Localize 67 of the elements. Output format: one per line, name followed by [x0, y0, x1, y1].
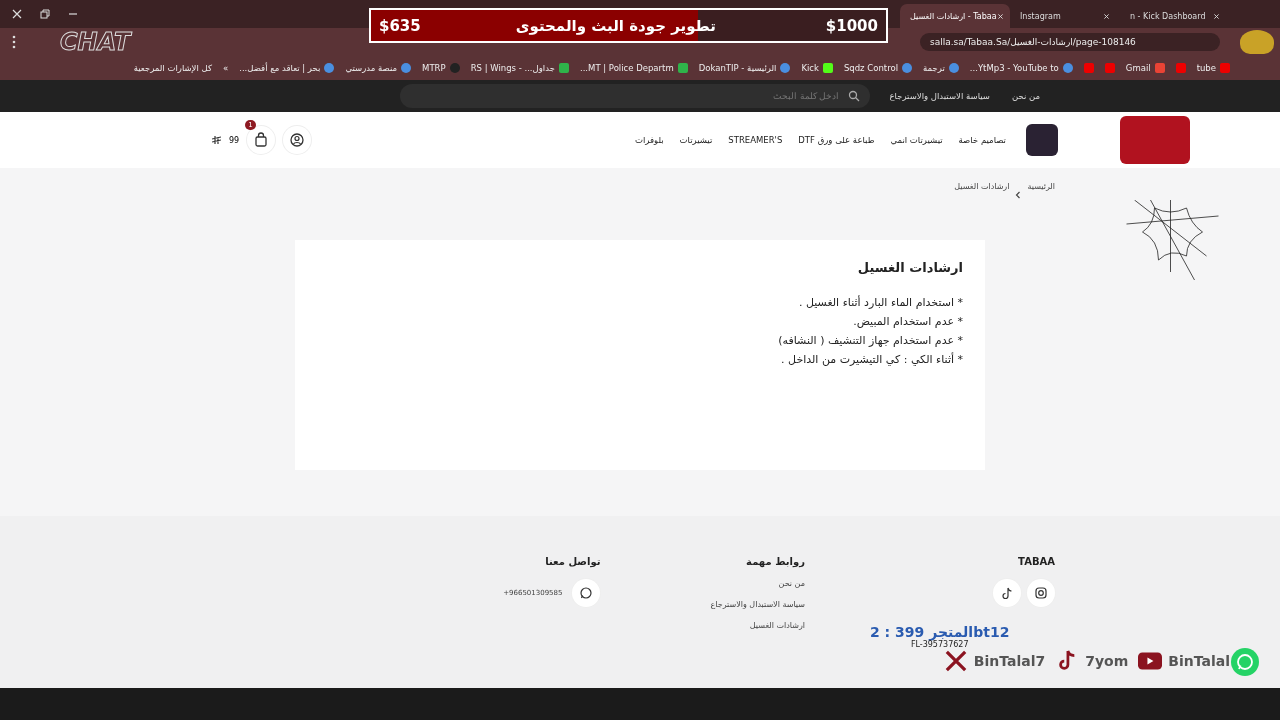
bookmark[interactable]: YtMp3 - YouTube to... — [969, 63, 1073, 73]
close-tab-icon[interactable] — [1213, 12, 1220, 20]
search-icon[interactable] — [847, 90, 860, 102]
nav-link[interactable]: STREAMER'S — [728, 135, 783, 145]
browser-tab[interactable]: Instagram — [1010, 4, 1120, 28]
goal-target-amount: $1000 — [825, 16, 878, 35]
search-field[interactable]: ادخل كلمة البحث — [637, 90, 842, 102]
restore-icon[interactable] — [40, 9, 50, 19]
tiktok-icon[interactable] — [993, 579, 1021, 607]
close-tab-icon[interactable] — [996, 12, 1004, 20]
riyal-icon — [212, 135, 221, 145]
nav-link[interactable]: طباعة على ورق DTF — [798, 135, 875, 145]
footer-heading: تواصل معنا — [544, 556, 601, 567]
chevron-icon — [1015, 191, 1022, 199]
youtube-icon — [1138, 650, 1163, 672]
bookmark[interactable]: ترجمة — [923, 63, 959, 73]
browser-tab[interactable]: ارشادات الغسيل - Tabaa — [900, 4, 1010, 28]
nav-link[interactable]: تصاميم خاصة — [958, 135, 1006, 145]
breadcrumb-link[interactable]: الرئيسية — [1027, 182, 1055, 208]
bookmark[interactable]: جداول... - RS | Wings — [470, 63, 569, 73]
instruction-line: * أثناء الكي : كي التيشيرت من الداخل . — [780, 352, 963, 368]
bookmark[interactable]: بحر | تعاقد مع أفضل... — [239, 63, 335, 73]
social-handle: 7yom — [1085, 653, 1129, 669]
more-bookmarks-button[interactable]: » — [223, 63, 229, 73]
bookmark[interactable]: الرئيسية - DokanTIP — [698, 63, 791, 73]
goal-title: تطوير جودة البث والمحتوى — [515, 16, 716, 35]
instruction-line: * استخدام الماء البارد أثناء الغسيل . — [797, 295, 963, 311]
page-title: ارشادات الغسيل — [856, 260, 963, 275]
goal-raised-amount: $635 — [379, 16, 421, 35]
all-bookmarks-link[interactable]: كل الإشارات المرجعية — [133, 63, 212, 73]
bookmark[interactable]: tube — [1196, 63, 1230, 73]
bookmark[interactable]: Gmail — [1125, 63, 1165, 73]
close-tab-icon[interactable] — [1103, 12, 1110, 20]
footer-brand: TABAA — [1017, 556, 1055, 567]
chat-overlay-label: CHAT — [60, 29, 131, 55]
user-icon[interactable] — [283, 126, 312, 154]
bookmark[interactable]: Kick — [801, 63, 833, 73]
cart-total: 99 — [229, 135, 240, 145]
breadcrumb-current: ارشادات الغسيل — [954, 182, 1010, 193]
bookmark[interactable]: Sqdz Control — [843, 63, 912, 73]
close-icon[interactable] — [12, 9, 22, 19]
topbar-link[interactable]: سياسة الاستبدال والاسترجاع — [889, 91, 990, 101]
instruction-line: * عدم استخدام المبيض. — [852, 314, 963, 330]
instagram-icon[interactable] — [1027, 579, 1055, 607]
nav-link[interactable]: تيشيرتات — [679, 135, 713, 145]
browser-tab[interactable]: n - Kick Dashboard — [1120, 4, 1230, 28]
topbar-link[interactable]: من نحن — [1011, 91, 1040, 101]
menu-icon[interactable] — [12, 35, 16, 49]
address-bar[interactable]: salla.sa/Tabaa.Sa/ارشادات-الغسيل/page-108146 — [920, 33, 1220, 51]
footer-link[interactable]: من نحن — [710, 579, 805, 588]
code-id-text: FL-395737627 — [910, 640, 969, 649]
instruction-line: * عدم استخدام جهاز التنشيف ( النشافه) — [777, 333, 963, 349]
social-handle: BinTalal — [1168, 653, 1230, 669]
bookmark[interactable]: منصة مدرستي — [345, 63, 412, 73]
footer-link[interactable]: ارشادات الغسيل — [710, 621, 805, 630]
nav-link[interactable]: بلوفرات — [634, 135, 664, 145]
store-code-overlay: المتجر 399 : 2bt12 — [870, 624, 1010, 640]
whatsapp-icon[interactable] — [572, 579, 601, 607]
x-icon — [943, 650, 968, 672]
footer-link[interactable]: سياسة الاستبدال والاسترجاع — [710, 600, 805, 609]
nav-link[interactable]: تيشيرتات انمي — [890, 135, 943, 145]
footer-heading: روابط مهمة — [745, 556, 805, 567]
social-handle: BinTalal7 — [973, 653, 1046, 669]
bookmark[interactable]: MTRP — [422, 63, 460, 73]
store-logo[interactable] — [1026, 124, 1058, 156]
bag-icon[interactable] — [247, 126, 276, 154]
bookmark[interactable]: MT | Police Departm... — [579, 63, 688, 73]
